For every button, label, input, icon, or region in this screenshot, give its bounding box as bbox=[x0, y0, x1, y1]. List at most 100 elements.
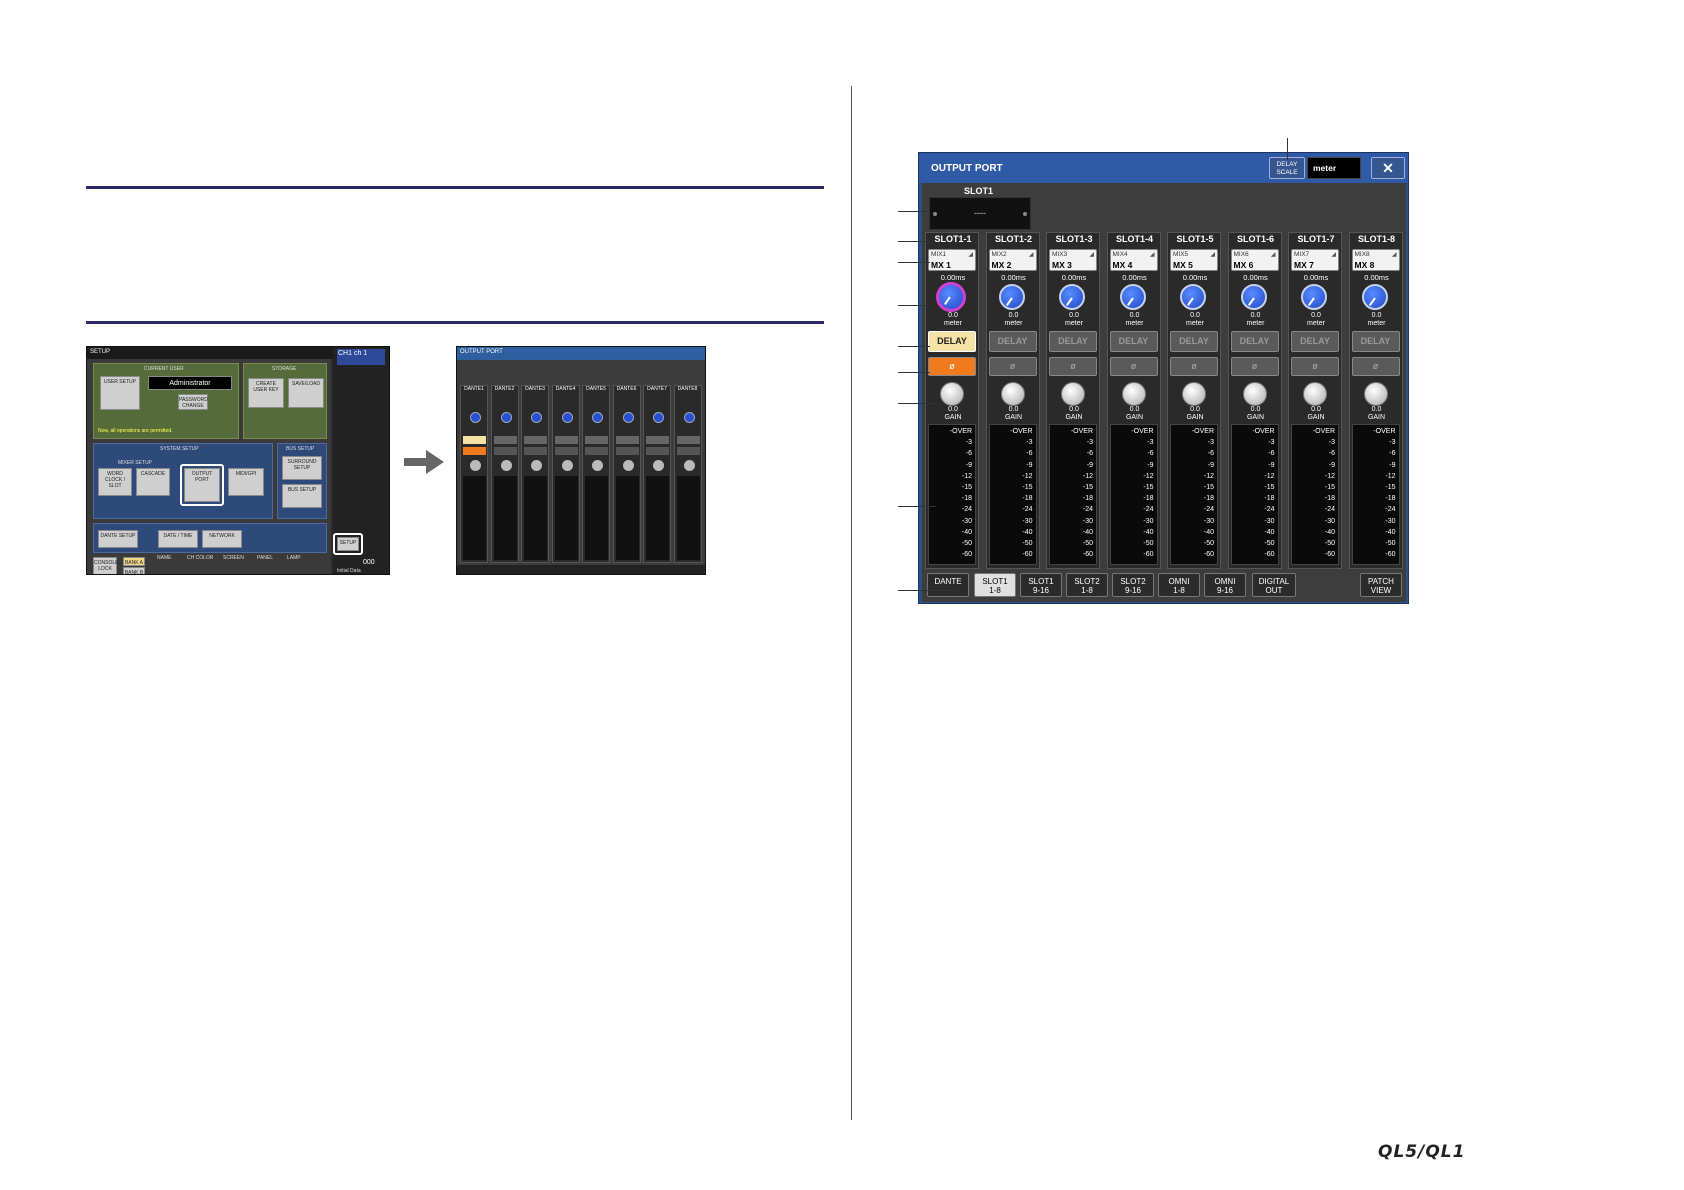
bus-setup-button[interactable]: BUS SETUP bbox=[282, 484, 322, 508]
delay-button[interactable]: DELAY bbox=[988, 331, 1037, 352]
create-user-key-button[interactable]: CREATE USER KEY bbox=[248, 378, 284, 408]
delay-knob-value: 0.0 bbox=[1129, 312, 1140, 319]
tab-omni-9-16[interactable]: OMNI 9-16 bbox=[1204, 573, 1246, 597]
patch-source-category: MIX5 bbox=[1173, 251, 1189, 258]
delay-scale-value[interactable]: meter bbox=[1307, 157, 1361, 179]
meter-scale-label: -6 bbox=[965, 450, 972, 458]
delay-knob[interactable] bbox=[1240, 284, 1267, 310]
phase-button[interactable]: ø bbox=[1049, 357, 1097, 376]
phase-button[interactable]: ø bbox=[1291, 357, 1339, 376]
bank-a-button[interactable]: BANK A bbox=[123, 557, 145, 566]
meter-scale-label: -30 bbox=[1022, 517, 1033, 525]
delay-button[interactable]: DELAY bbox=[1170, 331, 1218, 352]
patch-button[interactable]: MIX3 ◢ MX 3 bbox=[1049, 249, 1097, 271]
password-change-button[interactable]: PASSWORD CHANGE bbox=[178, 394, 208, 410]
delay-knob-readout: 0.0 meter bbox=[1229, 312, 1283, 328]
delay-button[interactable]: DELAY bbox=[1230, 331, 1279, 352]
mini-delay-button bbox=[554, 436, 578, 444]
meter-scale-label: -3 bbox=[1207, 439, 1214, 447]
tab-slot2-1-8[interactable]: SLOT2 1-8 bbox=[1066, 573, 1108, 597]
delay-button[interactable]: DELAY bbox=[928, 331, 976, 352]
tab-dante[interactable]: DANTE bbox=[927, 573, 969, 597]
user-setup-button[interactable]: USER SETUP bbox=[100, 376, 140, 410]
tab-slot1-1-8[interactable]: SLOT1 1-8 bbox=[974, 573, 1016, 597]
meter-scale-label: -40 bbox=[1082, 528, 1093, 536]
delay-button[interactable]: DELAY bbox=[1049, 331, 1097, 352]
patch-button[interactable]: MIX7 ◢ MX 7 bbox=[1291, 249, 1339, 271]
phase-button[interactable]: ø bbox=[1170, 357, 1218, 376]
phase-button[interactable]: ø bbox=[1351, 357, 1400, 376]
level-meter: -OVER -3 -6 -9 -12 -15 -18 -24 -30 -40 -50 -60 bbox=[1170, 424, 1218, 565]
gain-knob[interactable] bbox=[1303, 382, 1327, 406]
gain-knob[interactable] bbox=[1242, 382, 1267, 406]
delay-button[interactable]: DELAY bbox=[1291, 331, 1339, 352]
delay-knob[interactable] bbox=[1059, 284, 1085, 310]
patch-button[interactable]: MIX2 ◢ MX 2 bbox=[988, 249, 1037, 271]
patch-source-name: MX 1 bbox=[931, 260, 951, 270]
tab-digital-out[interactable]: DIGITAL OUT bbox=[1252, 573, 1296, 597]
patch-button[interactable]: MIX8 ◢ MX 8 bbox=[1351, 249, 1400, 271]
cascade-button[interactable]: CASCADE bbox=[136, 468, 170, 496]
meter-scale-label: -9 bbox=[1147, 461, 1154, 469]
network-button[interactable]: NETWORK bbox=[202, 530, 242, 548]
lamp-label: LAMP bbox=[287, 555, 301, 561]
delay-knob[interactable] bbox=[936, 282, 966, 312]
tab-patch-view[interactable]: PATCH VIEW bbox=[1360, 573, 1402, 597]
patch-button[interactable]: MIX5 ◢ MX 5 bbox=[1170, 249, 1218, 271]
gain-label: GAIN bbox=[1065, 414, 1083, 421]
delay-button[interactable]: DELAY bbox=[1351, 331, 1400, 352]
word-clock-button[interactable]: WORD CLOCK / SLOT bbox=[98, 468, 132, 496]
meter-scale-label: -OVER bbox=[1070, 428, 1093, 435]
close-icon[interactable]: ✕ bbox=[1371, 157, 1405, 179]
delay-knob[interactable] bbox=[998, 284, 1025, 310]
dante-setup-button[interactable]: DANTE SETUP bbox=[98, 530, 138, 548]
bank-b-button[interactable]: BANK B bbox=[123, 567, 145, 574]
current-user-block: CURRENT USER Administrator USER SETUP PA… bbox=[93, 363, 239, 439]
channel-name: SLOT1-7 bbox=[1297, 234, 1335, 244]
console-lock-button[interactable]: CONSOLE LOCK bbox=[93, 557, 118, 574]
meter-scale-label: -3 bbox=[1389, 439, 1396, 447]
gain-knob[interactable] bbox=[1182, 382, 1206, 406]
gain-label: GAIN bbox=[1246, 414, 1265, 421]
date-time-button[interactable]: DATE / TIME bbox=[158, 530, 198, 548]
delay-knob[interactable] bbox=[1301, 284, 1327, 310]
gain-knob[interactable] bbox=[1121, 382, 1146, 406]
phase-button[interactable]: ø bbox=[1230, 357, 1279, 376]
phase-button[interactable]: ø bbox=[1109, 357, 1158, 376]
surround-setup-button[interactable]: SURROUND SETUP bbox=[282, 456, 322, 480]
mini-gain-knob bbox=[653, 460, 664, 471]
phase-button[interactable]: ø bbox=[928, 357, 976, 376]
gain-knob[interactable] bbox=[940, 382, 964, 406]
gain-readout: 0.0 GAIN bbox=[987, 406, 1041, 422]
gain-knob[interactable] bbox=[1061, 382, 1085, 406]
patch-button[interactable]: MIX4 ◢ MX 4 bbox=[1109, 249, 1158, 271]
midi-gpi-button[interactable]: MIDI/GPI bbox=[228, 468, 264, 496]
meter-scale-label: -40 bbox=[1022, 528, 1033, 536]
gain-knob[interactable] bbox=[1363, 382, 1388, 406]
setup-sidebar: CH1 ch 1 SETUP 000 Initial Data bbox=[333, 347, 389, 574]
meter-scale-label: -30 bbox=[1082, 517, 1093, 525]
user-name-field[interactable]: Administrator bbox=[148, 376, 232, 390]
patch-button[interactable]: MIX1 ◢ MX 1 bbox=[928, 249, 976, 271]
meter-scale-label: -3 bbox=[965, 439, 972, 447]
delay-button[interactable]: DELAY bbox=[1109, 331, 1158, 352]
product-logo: QL5/QL1 bbox=[1378, 1142, 1466, 1162]
mini-delay-knob bbox=[470, 412, 481, 423]
meter-scale-label: -40 bbox=[1203, 528, 1214, 536]
gain-knob[interactable] bbox=[1000, 382, 1025, 406]
gain-label: GAIN bbox=[944, 414, 962, 421]
meter-scale-label: -40 bbox=[1324, 528, 1335, 536]
delay-knob[interactable] bbox=[1180, 284, 1206, 310]
tab-omni-1-8[interactable]: OMNI 1-8 bbox=[1158, 573, 1200, 597]
tab-slot1-9-16[interactable]: SLOT1 9-16 bbox=[1020, 573, 1062, 597]
patch-button[interactable]: MIX6 ◢ MX 6 bbox=[1230, 249, 1279, 271]
delay-knob[interactable] bbox=[1119, 284, 1146, 310]
meter-scale-label: -24 bbox=[961, 506, 972, 514]
delay-scale-button[interactable]: DELAY SCALE bbox=[1269, 157, 1305, 179]
delay-knob[interactable] bbox=[1361, 284, 1388, 310]
panel-label: PANEL bbox=[257, 555, 274, 561]
save-load-button[interactable]: SAVE/LOAD bbox=[288, 378, 324, 408]
tab-slot2-9-16[interactable]: SLOT2 9-16 bbox=[1112, 573, 1154, 597]
callout-line-slot bbox=[898, 211, 930, 212]
phase-button[interactable]: ø bbox=[988, 357, 1037, 376]
